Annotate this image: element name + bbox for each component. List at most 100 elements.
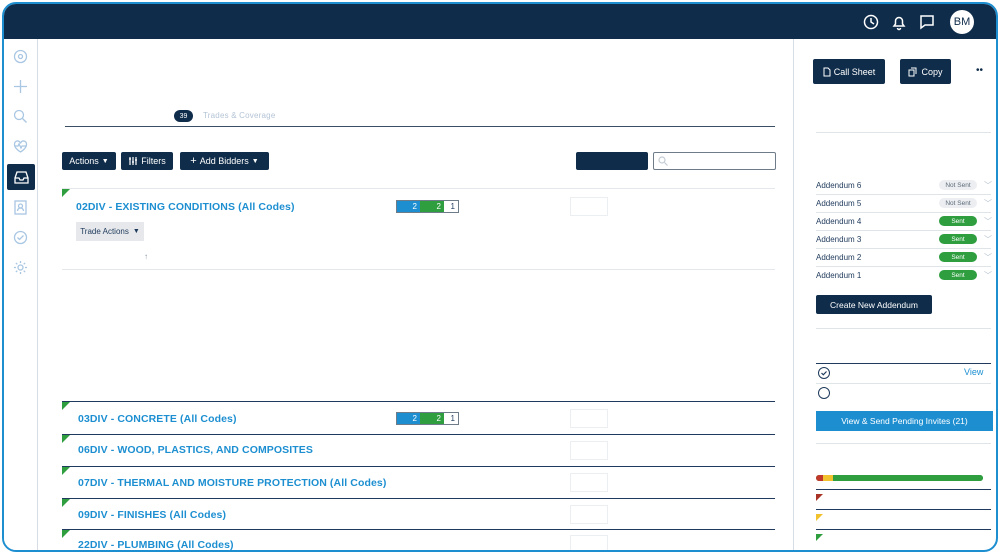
tab-trades-coverage[interactable]: Trades & Coverage: [203, 111, 275, 120]
trade-title[interactable]: 07DIV - THERMAL AND MOISTURE PROTECTION …: [78, 477, 386, 489]
plus-icon: +: [190, 155, 197, 167]
addendum-row[interactable]: Addendum 5 Not Sent ﹀: [816, 195, 992, 213]
chevron-down-icon[interactable]: ﹀: [984, 198, 992, 209]
actions-label: Actions: [69, 156, 99, 166]
dashboard-icon[interactable]: [12, 48, 29, 65]
more-options-icon[interactable]: ••: [976, 65, 983, 76]
actions-button[interactable]: Actions ▼: [62, 152, 116, 170]
check-circle-icon: [818, 367, 830, 379]
history-icon[interactable]: [862, 13, 880, 31]
chevron-down-icon[interactable]: ﹀: [984, 252, 992, 263]
app-window: BM 39 Trades & Coverage Actions ▼ Filter…: [2, 2, 998, 552]
addendum-row[interactable]: Addendum 4 Sent ﹀: [816, 213, 992, 231]
left-navigation: [4, 39, 38, 550]
search-icon: [658, 156, 668, 166]
call-sheet-button[interactable]: Call Sheet: [813, 59, 885, 84]
status-flag-green: [62, 189, 70, 197]
empty-circle-icon: [818, 387, 830, 399]
row-separator: [62, 434, 775, 435]
create-addendum-button[interactable]: Create New Addendum: [816, 295, 932, 314]
chat-icon[interactable]: [918, 13, 936, 31]
panel-divider: [816, 529, 991, 530]
gear-icon[interactable]: [12, 259, 29, 276]
trade-title[interactable]: 02DIV - EXISTING CONDITIONS (All Codes): [76, 201, 295, 213]
coverage-progress-bar: [816, 475, 983, 481]
sort-arrow-icon[interactable]: ↑: [144, 252, 148, 261]
caret-down-icon: ▼: [101, 157, 109, 165]
status-flag-green: [62, 467, 70, 475]
status-badge: Sent: [939, 252, 977, 262]
search-input[interactable]: [653, 152, 776, 170]
row-separator: [62, 401, 775, 402]
shield-check-icon[interactable]: [12, 229, 29, 246]
progress-yellow-segment: [822, 475, 833, 481]
status-badge: Sent: [939, 216, 977, 226]
search-icon[interactable]: [12, 108, 29, 125]
addendum-row[interactable]: Addendum 6 Not Sent ﹀: [816, 177, 992, 195]
bell-icon[interactable]: [890, 13, 908, 31]
toolbar-action-button[interactable]: [576, 152, 648, 170]
add-bidders-label: Add Bidders: [199, 156, 249, 166]
add-bidders-button[interactable]: + Add Bidders ▼: [180, 152, 269, 170]
top-bar: BM: [4, 4, 996, 39]
sliders-icon: [129, 157, 138, 165]
panel-divider: [816, 328, 991, 329]
send-pending-invites-button[interactable]: View & Send Pending Invites (21): [816, 411, 993, 431]
view-link[interactable]: View: [964, 367, 983, 377]
trades-count-badge: 39: [174, 110, 193, 122]
tab-divider: [65, 126, 775, 127]
contacts-icon[interactable]: [12, 199, 29, 216]
document-icon: [823, 67, 831, 76]
flag-red-icon: [816, 494, 823, 501]
main-content: 39 Trades & Coverage Actions ▼ Filters +…: [40, 39, 792, 550]
ghost-box: [570, 197, 608, 216]
addendum-row[interactable]: Addendum 2 Sent ﹀: [816, 249, 992, 267]
right-panel: Call Sheet Copy •• Addendum 6 Not Sent ﹀…: [793, 39, 996, 550]
status-flag-green: [62, 530, 70, 538]
panel-divider: [816, 132, 991, 133]
copy-button[interactable]: Copy: [900, 59, 951, 84]
status-flag-green: [62, 402, 70, 410]
chevron-down-icon[interactable]: ﹀: [984, 216, 992, 227]
panel-divider: [816, 509, 991, 510]
panel-divider: [816, 489, 991, 490]
ghost-box: [570, 505, 608, 524]
trade-title[interactable]: 22DIV - PLUMBING (All Codes): [78, 539, 234, 550]
ghost-box: [570, 409, 608, 428]
ghost-box: [570, 535, 608, 550]
caret-down-icon: ▼: [132, 228, 140, 235]
health-icon[interactable]: [12, 138, 29, 155]
copy-icon: [908, 67, 917, 76]
addendum-row[interactable]: Addendum 3 Sent ﹀: [816, 231, 992, 249]
addendum-row[interactable]: Addendum 1 Sent ﹀: [816, 267, 992, 285]
row-separator: [62, 188, 775, 189]
status-badge: Not Sent: [939, 180, 977, 190]
panel-divider: [816, 363, 991, 364]
bid-counter: 2 2 1: [396, 412, 459, 425]
chevron-down-icon[interactable]: ﹀: [984, 270, 992, 281]
status-flag-green: [62, 499, 70, 507]
chevron-down-icon[interactable]: ﹀: [984, 180, 992, 191]
trade-title[interactable]: 06DIV - WOOD, PLASTICS, AND COMPOSITES: [78, 444, 313, 456]
panel-divider: [816, 443, 991, 444]
avatar[interactable]: BM: [950, 10, 974, 34]
bid-counter: 2 2 1: [396, 200, 459, 213]
flag-yellow-icon: [816, 514, 823, 521]
status-badge: Sent: [939, 234, 977, 244]
row-separator: [62, 498, 775, 499]
inbox-icon[interactable]: [13, 169, 30, 186]
chevron-down-icon[interactable]: ﹀: [984, 234, 992, 245]
ghost-box: [570, 441, 608, 460]
progress-red-segment: [816, 475, 823, 481]
filters-button[interactable]: Filters: [121, 152, 173, 170]
trade-title[interactable]: 09DIV - FINISHES (All Codes): [78, 509, 226, 521]
trade-title[interactable]: 03DIV - CONCRETE (All Codes): [78, 413, 237, 425]
plus-icon[interactable]: [12, 78, 29, 95]
panel-divider: [816, 383, 991, 384]
progress-green-segment: [832, 475, 983, 481]
status-badge: Sent: [939, 270, 977, 280]
row-separator: [62, 466, 775, 467]
trade-actions-button[interactable]: Trade Actions ▼: [76, 222, 144, 241]
row-separator: [62, 529, 775, 530]
ghost-box: [570, 473, 608, 492]
